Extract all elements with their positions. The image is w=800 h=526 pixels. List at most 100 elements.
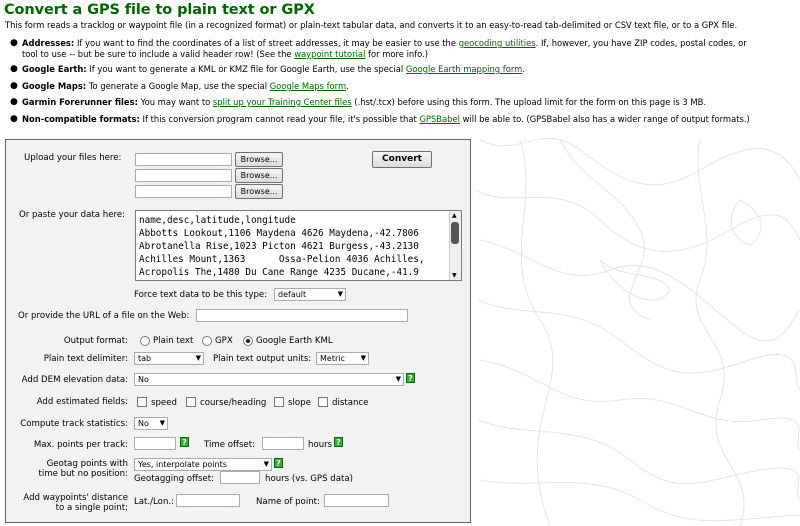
chevron-down-icon: ▼ [395,375,401,383]
google-maps-form-link[interactable]: Google Maps form [270,81,346,91]
track-stats-value: No [138,419,149,428]
bullet-title: Garmin Forerunner files: [22,97,138,107]
units-label: Plain text output units: [213,354,312,364]
delimiter-value: tab [138,354,152,363]
chevron-down-icon: ▼ [360,354,366,362]
dem-help-icon[interactable]: ? [406,373,415,383]
data-line: Acropolis The,1480 Du Cane Range 4235 Du… [139,267,419,278]
bullet-text: If you want to generate a KML or KMZ fil… [86,64,406,74]
browse-button-1[interactable]: Browse... [235,152,283,167]
est-fields-label: Add estimated fields: [36,397,128,407]
output-format-label: Output format: [63,336,128,346]
upload-file-input-3[interactable] [135,185,232,198]
max-points-help-icon[interactable]: ? [180,437,189,447]
geocoding-utilities-link[interactable]: geocoding utilities [459,38,536,48]
delimiter-select[interactable]: tab ▼ [134,352,204,365]
upload-file-input-2[interactable] [135,169,232,182]
dem-value: No [138,375,149,384]
bullet-title: Non-compatible formats: [22,114,140,124]
time-offset-hours: hours [308,440,333,450]
bullet-text: If this conversion program cannot read y… [139,114,420,124]
checkbox-distance[interactable] [318,397,328,407]
checkbox-speed-label: speed [151,398,177,408]
gpsbabel-link[interactable]: GPSBabel [419,114,460,124]
bullet-text: tool to use -- but be sure to include a … [22,49,295,59]
dem-select[interactable]: No ▼ [134,373,404,386]
checkbox-course-heading[interactable] [186,397,196,407]
wpt-distance-label-1: Add waypoints' distance [23,493,128,503]
convert-button[interactable]: Convert [372,151,432,168]
time-offset-input[interactable] [262,437,304,450]
time-offset-help-icon[interactable]: ? [334,437,343,447]
bullet-non-compatible: ● Non-compatible formats: If this convers… [10,113,750,125]
bullet-google-earth: ● Google Earth: If you want to generate a… [10,63,525,75]
force-type-label: Force text data to be this type: [134,290,268,300]
checkbox-course-heading-label: course/heading [200,398,267,408]
url-input[interactable] [196,309,408,322]
name-of-point-input[interactable] [324,494,389,507]
data-line: name,desc,latitude,longitude [139,215,296,226]
bullet-garmin: ● Garmin Forerunner files: You may want t… [10,96,707,108]
upload-label: Upload your files here: [24,153,122,163]
chevron-down-icon: ▼ [263,460,269,468]
page-title: Convert a GPS file to plain text or GPX [4,2,315,18]
wpt-distance-label-2: to a single point: [55,503,128,513]
paste-data-content: name,desc,latitude,longitude Abbotts Loo… [136,211,461,279]
chevron-down-icon: ▼ [159,419,165,427]
browse-button-2[interactable]: Browse... [235,168,283,183]
paste-label: Or paste your data here: [19,210,126,220]
units-select[interactable]: Metric ▼ [316,352,369,365]
geotag-label-2: time but no position: [38,469,128,479]
checkbox-distance-label: distance [332,398,369,408]
bullet-title: Addresses: [22,38,75,48]
geotag-value: Yes, interpolate points [138,460,227,469]
textarea-scrollbar[interactable]: ▲ ▼ [449,211,461,280]
force-type-select[interactable]: default ▼ [274,288,346,301]
upload-file-input-1[interactable] [135,153,232,166]
geotag-offset-label: Geotagging offset: [134,474,214,484]
bullet-text: If you want to find the coordinates of a… [74,38,459,48]
bullet-dot: ● [10,81,18,91]
latlon-input[interactable] [176,494,240,507]
chevron-down-icon: ▼ [195,354,201,362]
conversion-form: Upload your files here: Browse... Browse… [5,139,471,523]
geotag-help-icon[interactable]: ? [274,458,283,468]
paste-data-textarea[interactable]: name,desc,latitude,longitude Abbotts Loo… [135,210,462,281]
track-stats-select[interactable]: No ▼ [134,417,168,430]
bullet-text: . If, however, you have ZIP codes, posta… [535,38,747,48]
scroll-thumb[interactable] [451,222,459,244]
time-offset-label: Time offset: [204,440,255,450]
waypoint-tutorial-link[interactable]: waypoint tutorial [294,49,365,59]
bullet-text: (.hst/.tcx) before using this form. The … [351,97,707,107]
browse-button-3[interactable]: Browse... [235,184,283,199]
scroll-up-icon[interactable]: ▲ [452,212,457,219]
bullet-title: Google Maps: [22,81,87,91]
radio-gpx[interactable] [202,336,212,346]
chevron-down-icon: ▼ [337,290,343,298]
bullet-text: for more info.) [365,49,429,59]
google-earth-form-link[interactable]: Google Earth mapping form [406,64,522,74]
bullet-dot: ● [10,38,18,48]
max-points-input[interactable] [134,437,176,450]
data-line: Achilles Mount,1363 Ossa-Pelion 4036 Ach… [139,254,425,265]
checkbox-slope[interactable] [274,397,284,407]
radio-google-earth-kml[interactable] [243,336,253,346]
radio-gpx-label: GPX [215,336,233,346]
bullet-title: Google Earth: [22,64,87,74]
geotag-offset-input[interactable] [220,471,260,484]
geotag-select[interactable]: Yes, interpolate points ▼ [134,458,272,471]
delimiter-label: Plain text delimiter: [43,354,128,364]
training-center-link[interactable]: split up your Training Center files [213,97,352,107]
url-label: Or provide the URL of a file on the Web: [18,311,190,321]
data-line: Abrotanella Rise,1023 Picton 4621 Burges… [139,241,419,252]
data-line: Abbotts Lookout,1106 Maydena 4626 Mayden… [139,228,419,239]
bullet-addresses-cont: tool to use -- but be sure to include a … [22,48,428,60]
checkbox-slope-label: slope [288,398,311,408]
radio-plain-text-label: Plain text [153,336,194,346]
radio-plain-text[interactable] [140,336,150,346]
scroll-down-icon[interactable]: ▼ [452,272,457,279]
bullet-text: You may want to [137,97,213,107]
bullet-text: will be able to. (GPSBabel also has a wi… [459,114,750,124]
checkbox-speed[interactable] [137,397,147,407]
bullet-text: To generate a Google Map, use the specia… [86,81,270,91]
